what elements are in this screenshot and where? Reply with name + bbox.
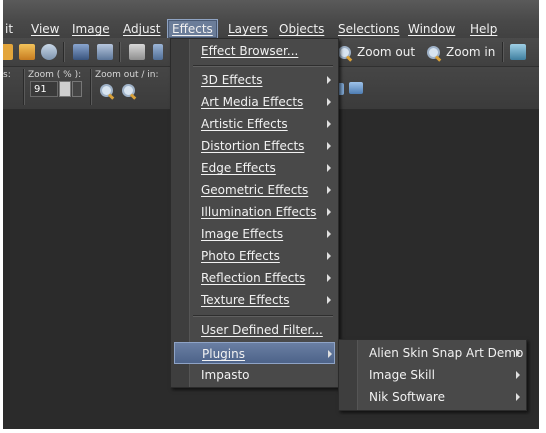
menu-item-label: Geometric Effects [201,183,309,197]
submenu-arrow-icon [516,349,520,357]
screen-capture-icon[interactable] [510,44,526,60]
menu-view[interactable]: View [27,20,63,38]
menu-item-label: Photo Effects [201,249,280,263]
effects-menu: Effect Browser... 3D Effects Art Media E… [170,38,339,388]
menu-selections[interactable]: Selections [334,20,404,38]
zoom-out-label: Zoom out [357,45,416,59]
menu-image[interactable]: Image [68,20,114,38]
menu-item-effect-browser[interactable]: Effect Browser... [171,40,338,62]
menu-item-label: Reflection Effects [201,271,306,285]
zoom-out-in-label: Zoom out / in: [95,70,159,80]
menu-item-edge-effects[interactable]: Edge Effects [171,157,338,179]
submenu-arrow-icon [327,296,331,304]
zoom-percent-label: Zoom ( % ): [28,70,82,80]
menu-item-label: Edge Effects [201,161,276,175]
submenu-item-nik-software[interactable]: Nik Software [339,386,526,408]
menu-item-illumination-effects[interactable]: Illumination Effects [171,201,338,223]
undo-icon[interactable] [153,44,163,60]
menu-item-texture-effects[interactable]: Texture Effects [171,289,338,311]
menu-objects[interactable]: Objects [275,20,328,38]
menu-item-distortion-effects[interactable]: Distortion Effects [171,135,338,157]
zoom-in-small-icon[interactable] [121,83,137,100]
menu-item-label: 3D Effects [201,73,263,87]
submenu-arrow-icon [327,120,331,128]
print-icon[interactable] [129,44,145,60]
menu-item-label: User Defined Filter... [201,323,323,337]
toolbar-separator [119,42,121,62]
submenu-arrow-icon [327,186,331,194]
submenu-arrow-icon [327,142,331,150]
submenu-arrow-icon [328,350,332,358]
toolbar-separator [63,42,65,62]
menu-edit[interactable]: it [3,20,17,38]
menu-adjust[interactable]: Adjust [119,20,165,38]
submenu-arrow-icon [327,164,331,172]
menu-item-label: Illumination Effects [201,205,317,219]
zoom-dropdown-button[interactable] [72,81,82,97]
menu-item-photo-effects[interactable]: Photo Effects [171,245,338,267]
zoom-in-button[interactable]: Zoom in [426,42,495,62]
image-icon[interactable] [349,82,363,94]
submenu-item-label: Alien Skin Snap Art Demo [369,346,524,360]
submenu-arrow-icon [327,230,331,238]
toolbar-separator [90,69,92,105]
zoom-in-label: Zoom in [446,45,496,59]
toolbar-separator [23,69,25,105]
menu-layers[interactable]: Layers [224,20,272,38]
menu-item-label: Effect Browser... [201,44,299,58]
menu-item-label: Impasto [201,368,250,382]
submenu-arrow-icon [327,208,331,216]
menu-item-label: Plugins [202,347,245,361]
submenu-item-label: Image Skill [369,368,435,382]
save-icon[interactable] [73,44,89,60]
submenu-arrow-icon [327,274,331,282]
zoom-percent-input[interactable]: 91 [30,81,58,97]
menu-item-geometric-effects[interactable]: Geometric Effects [171,179,338,201]
submenu-arrow-icon [327,252,331,260]
submenu-item-image-skill[interactable]: Image Skill [339,364,526,386]
menubar: it View Image Adjust Effects Layers Obje… [3,0,539,39]
menu-effects[interactable]: Effects [167,19,218,39]
menu-item-label: Texture Effects [201,293,290,307]
menu-separator [193,65,333,67]
open-icon[interactable] [3,44,13,60]
submenu-arrow-icon [327,76,331,84]
submenu-item-alien-skin[interactable]: Alien Skin Snap Art Demo [339,342,526,364]
browse-icon[interactable] [19,44,35,60]
menu-help[interactable]: Help [466,20,501,38]
zoom-out-button[interactable]: Zoom out [337,42,415,62]
menu-item-plugins[interactable]: Plugins [174,342,335,364]
menu-item-image-effects[interactable]: Image Effects [171,223,338,245]
plugins-submenu: Alien Skin Snap Art Demo Image Skill Nik… [338,339,527,411]
submenu-item-label: Nik Software [369,390,445,404]
toolbar-separator [502,42,504,62]
app-window: it View Image Adjust Effects Layers Obje… [3,0,539,429]
menu-item-user-defined-filter[interactable]: User Defined Filter... [171,319,338,341]
submenu-arrow-icon [516,371,520,379]
menu-separator [193,315,333,317]
zoom-out-icon [337,45,353,62]
save-as-icon[interactable] [97,44,113,60]
submenu-arrow-icon [327,98,331,106]
menu-item-impasto[interactable]: Impasto [171,364,338,386]
menu-item-label: Artistic Effects [201,117,288,131]
menu-item-label: Image Effects [201,227,284,241]
menu-item-label: Distortion Effects [201,139,305,153]
zoom-spinner[interactable] [59,81,71,97]
submenu-arrow-icon [516,393,520,401]
zoom-in-icon [426,45,442,62]
menu-item-reflection-effects[interactable]: Reflection Effects [171,267,338,289]
menu-item-art-media-effects[interactable]: Art Media Effects [171,91,338,113]
menu-item-artistic-effects[interactable]: Artistic Effects [171,113,338,135]
menu-window[interactable]: Window [404,20,459,38]
zoom-out-small-icon[interactable] [99,83,115,100]
menu-item-label: Art Media Effects [201,95,304,109]
menu-item-3d-effects[interactable]: 3D Effects [171,69,338,91]
scan-icon[interactable] [41,44,57,60]
left-partial-label: s: [3,70,11,80]
